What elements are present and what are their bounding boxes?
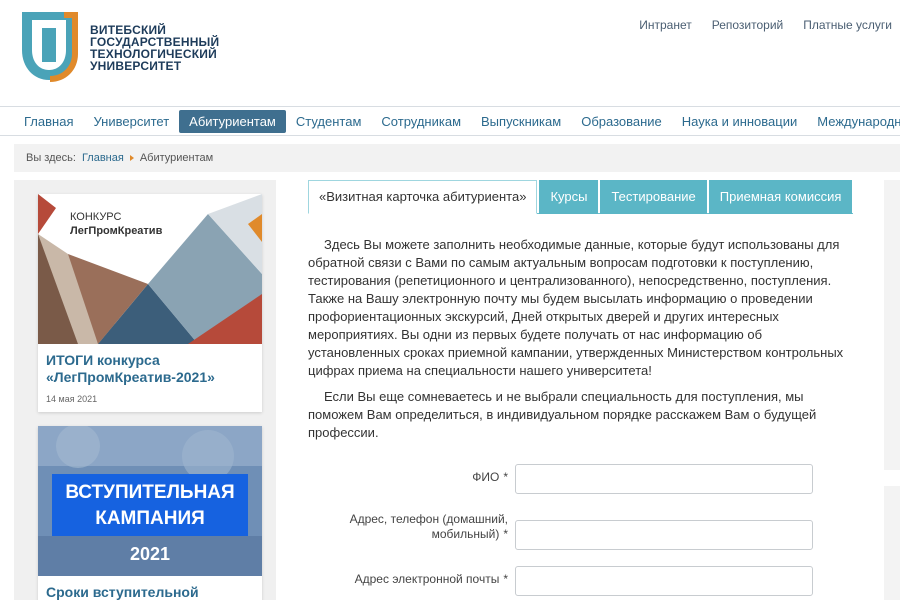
admission-campaign-banner: ВСТУПИТЕЛЬНАЯ КАМПАНИЯ 2021 <box>38 426 262 576</box>
top-links: Интранет Репозиторий Платные услуги <box>639 18 892 32</box>
banner-year: 2021 <box>130 544 170 564</box>
news-card-image[interactable]: КОНКУРС ЛегПромКреатив <box>38 194 262 344</box>
tab-business-card[interactable]: «Визитная карточка абитуриента» <box>308 180 538 214</box>
applicant-tabs: «Визитная карточка абитуриента» Курсы Те… <box>308 180 853 214</box>
nav-item-staff[interactable]: Сотрудникам <box>371 110 471 133</box>
banner-text-line2: ЛегПромКреатив <box>70 225 163 237</box>
news-card[interactable]: ВСТУПИТЕЛЬНАЯ КАМПАНИЯ 2021 Сроки вступи… <box>38 426 262 600</box>
news-card-title[interactable]: Сроки вступительной <box>38 576 262 600</box>
news-card-image[interactable]: ВСТУПИТЕЛЬНАЯ КАМПАНИЯ 2021 <box>38 426 262 576</box>
site-header: ВИТЕБСКИЙ ГОСУДАРСТВЕННЫЙ ТЕХНОЛОГИЧЕСКИ… <box>0 0 900 100</box>
address-label: Адрес, телефон (домашний, мобильный) * <box>308 512 508 542</box>
banner-title-line2: КАМПАНИЯ <box>95 508 205 529</box>
breadcrumb-prefix: Вы здесь: <box>26 152 76 164</box>
nav-item-science[interactable]: Наука и инновации <box>672 110 807 133</box>
repository-link[interactable]: Репозиторий <box>712 18 784 32</box>
required-mark: * <box>503 527 508 541</box>
required-mark: * <box>503 470 508 484</box>
form-row-email: Адрес электронной почты * <box>308 566 818 596</box>
nav-item-home[interactable]: Главная <box>14 110 83 133</box>
breadcrumb-home-link[interactable]: Главная <box>82 152 124 164</box>
news-card-title[interactable]: ИТОГИ конкурса «ЛегПромКреатив-2021» <box>38 344 262 386</box>
email-input[interactable] <box>515 566 813 596</box>
intranet-link[interactable]: Интранет <box>639 18 692 32</box>
nav-item-graduates[interactable]: Выпускникам <box>471 110 571 133</box>
university-name[interactable]: ВИТЕБСКИЙ ГОСУДАРСТВЕННЫЙ ТЕХНОЛОГИЧЕСКИ… <box>90 24 219 72</box>
intro-paragraph: Если Вы еще сомневаетесь и не выбрали сп… <box>308 389 817 440</box>
news-card-date: 14 мая 2021 <box>46 394 98 404</box>
breadcrumb-current: Абитуриентам <box>139 152 214 164</box>
tab-testing[interactable]: Тестирование <box>600 180 707 214</box>
banner-text-line1: КОНКУРС <box>70 211 122 223</box>
tab-content: Здесь Вы можете заполнить необходимые да… <box>308 236 853 450</box>
paid-services-link[interactable]: Платные услуги <box>803 18 892 32</box>
fio-input[interactable] <box>515 464 813 494</box>
breadcrumb-separator-icon <box>129 155 134 161</box>
form-row-fio: ФИО * <box>308 464 818 494</box>
right-sidebar-panel <box>884 180 900 470</box>
address-label-text: Адрес, телефон (домашний, мобильный) <box>349 512 508 541</box>
tab-courses[interactable]: Курсы <box>539 180 599 214</box>
address-input[interactable] <box>515 520 813 550</box>
nav-item-international[interactable]: Международное со <box>807 110 900 133</box>
email-label: Адрес электронной почты * <box>308 572 508 587</box>
legpromcreativ-banner: КОНКУРС ЛегПромКреатив <box>38 194 262 344</box>
form-row-address: Адрес, телефон (домашний, мобильный) * <box>308 512 818 550</box>
logo-line: УНИВЕРСИТЕТ <box>90 59 182 73</box>
university-logo-icon[interactable] <box>20 10 82 82</box>
right-sidebar-panel <box>884 486 900 600</box>
main-nav: Главная Университет Абитуриентам Студент… <box>0 106 900 136</box>
required-mark: * <box>503 572 508 586</box>
breadcrumb: Вы здесь: Главная Абитуриентам <box>14 144 900 172</box>
news-card[interactable]: КОНКУРС ЛегПромКреатив ИТОГИ конкурса «Л… <box>38 194 262 412</box>
fio-label-text: ФИО <box>472 470 500 484</box>
fio-label: ФИО * <box>308 470 508 485</box>
email-label-text: Адрес электронной почты <box>354 572 500 586</box>
nav-item-applicants[interactable]: Абитуриентам <box>179 109 286 133</box>
sidebar: КОНКУРС ЛегПромКреатив ИТОГИ конкурса «Л… <box>14 180 276 600</box>
banner-title-line1: ВСТУПИТЕЛЬНАЯ <box>65 482 234 503</box>
nav-item-students[interactable]: Студентам <box>286 110 372 133</box>
intro-paragraph: Здесь Вы можете заполнить необходимые да… <box>308 237 844 378</box>
tab-admissions[interactable]: Приемная комиссия <box>708 180 853 214</box>
nav-item-university[interactable]: Университет <box>83 110 179 133</box>
nav-item-education[interactable]: Образование <box>571 110 672 133</box>
